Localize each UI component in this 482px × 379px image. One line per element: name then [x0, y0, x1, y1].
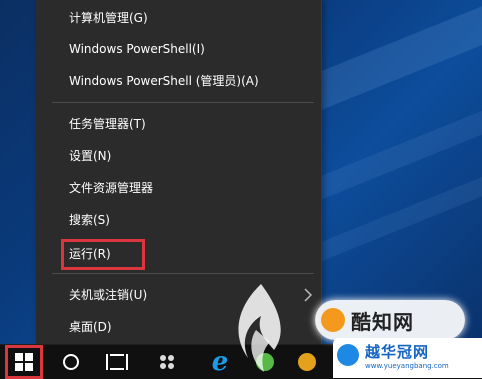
chevron-right-icon [304, 288, 312, 302]
cortana-button[interactable] [54, 345, 88, 379]
menu-item-file-explorer[interactable]: 文件资源管理器 [36, 173, 321, 203]
start-button[interactable] [0, 345, 48, 379]
watermark-site-url: www.yueyangbang.com [365, 362, 449, 370]
menu-item-powershell[interactable]: Windows PowerShell(I) [36, 34, 321, 64]
orange-app-icon [298, 353, 316, 371]
menu-item-powershell-admin[interactable]: Windows PowerShell (管理员)(A) [36, 66, 321, 96]
watermark-site-name: 越华冠网 [365, 343, 430, 361]
site-logo-icon [337, 344, 359, 366]
run-highlight-box [61, 239, 145, 270]
menu-separator [52, 102, 314, 103]
watermark-flame-logo [238, 284, 281, 372]
pinwheel-icon [160, 355, 174, 369]
start-highlight-box [5, 345, 43, 379]
watermark-brand: 酷知网 [315, 300, 465, 340]
menu-item-settings[interactable]: 设置(N) [36, 141, 321, 171]
cortana-circle-icon [63, 354, 79, 370]
task-view-icon [106, 354, 128, 370]
menu-item-search[interactable]: 搜索(S) [36, 205, 321, 235]
menu-item-computer-management[interactable]: 计算机管理(G) [36, 3, 321, 33]
brand-logo-icon [321, 308, 345, 332]
watermark-brand-text: 酷知网 [351, 309, 414, 334]
pinned-app-button[interactable] [150, 345, 184, 379]
task-view-button[interactable] [100, 345, 134, 379]
menu-item-task-manager[interactable]: 任务管理器(T) [36, 109, 321, 139]
menu-separator [52, 273, 314, 274]
watermark-site: 越华冠网 www.yueyangbang.com [333, 338, 482, 378]
